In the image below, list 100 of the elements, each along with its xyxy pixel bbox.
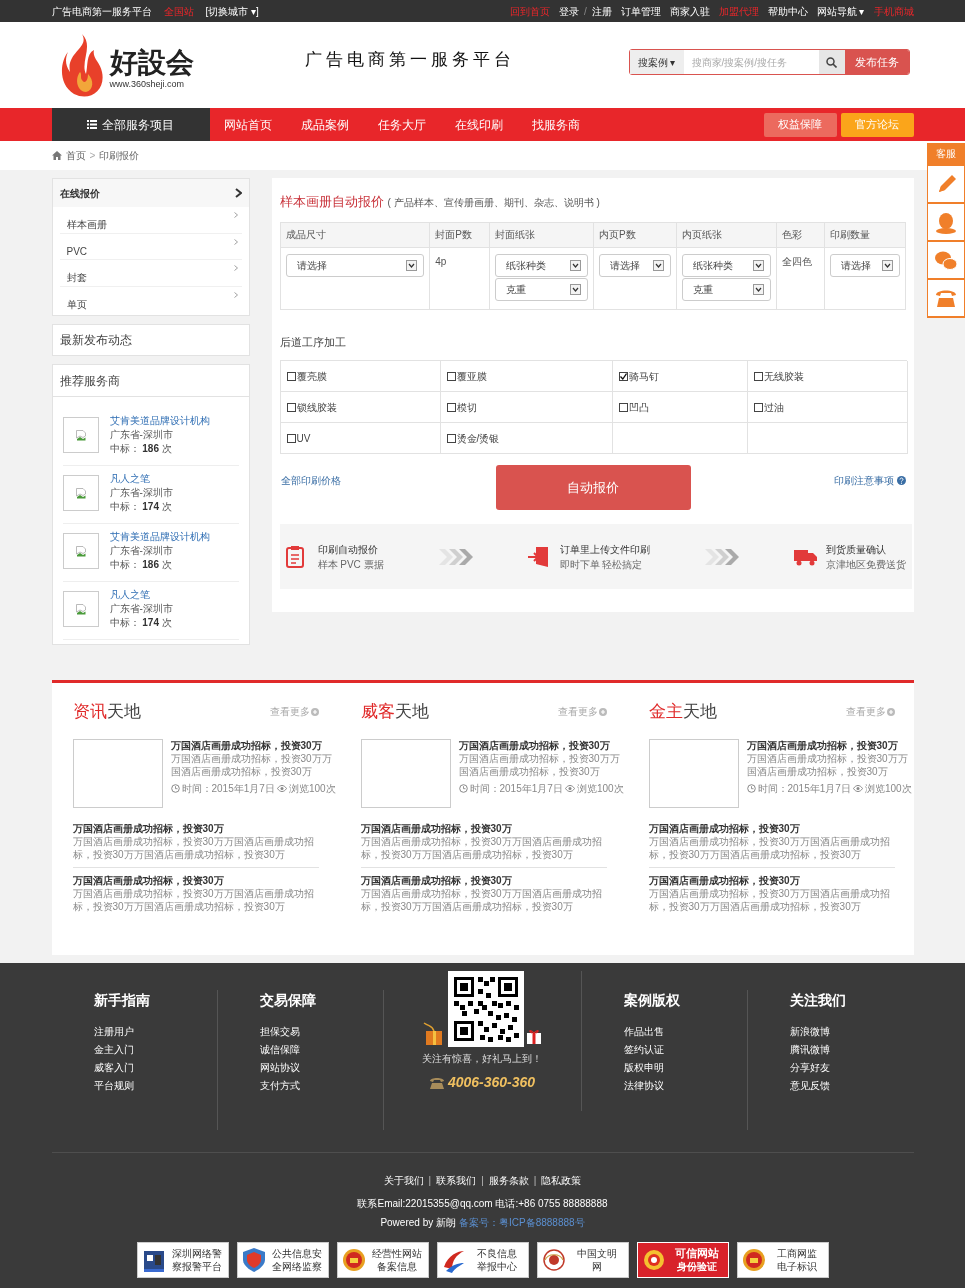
- certification-badge[interactable]: 深圳网络警 察报警平台: [136, 1242, 229, 1278]
- search-field[interactable]: 搜商家/搜案例/搜任务: [683, 50, 819, 74]
- search-scope-dropdown[interactable]: 搜案例 ▾: [629, 50, 684, 74]
- footer-link[interactable]: 分享好友: [789, 1059, 914, 1077]
- post-task-button[interactable]: 发布任务: [844, 50, 909, 74]
- checkbox[interactable]: [618, 402, 628, 412]
- chat-button[interactable]: [928, 242, 964, 278]
- top-link[interactable]: 帮助中心: [767, 3, 808, 19]
- quote-menu-item[interactable]: PVC: [59, 233, 242, 260]
- article-title[interactable]: 万国酒店画册成功招标，投资30万: [458, 738, 624, 752]
- article-title[interactable]: 万国酒店画册成功招标，投资30万: [72, 821, 319, 835]
- quote-menu-item[interactable]: 封套: [59, 260, 242, 287]
- notes-link[interactable]: 印刷注意事项: [725, 473, 906, 488]
- checkbox[interactable]: [446, 433, 456, 443]
- article-summary: 万国酒店画册成功招标，投资30万万国酒店画册成功招标，投资30万万国酒店画册成功招标，投资30万: [360, 834, 603, 861]
- dropdown[interactable]: 纸张种类: [681, 253, 771, 277]
- footer-link[interactable]: 隐私政策: [541, 1173, 582, 1188]
- search-bar[interactable]: 搜案例 ▾ 搜商家/搜案例/搜任务 发布任务: [628, 49, 910, 75]
- footer-link[interactable]: 注册用户: [93, 1023, 217, 1041]
- article-title[interactable]: 万国酒店画册成功招标，投资30万: [360, 821, 607, 835]
- article-summary: 万国酒店画册成功招标，投资30万万国酒店画册成功招标，投资30万万国酒店画册成功招标，投资30万: [648, 886, 891, 913]
- certification-badge[interactable]: 经营性网站 备案信息: [336, 1242, 429, 1278]
- footer-link[interactable]: 意见反馈: [789, 1077, 914, 1095]
- footer-link[interactable]: 作品出售: [623, 1023, 747, 1041]
- footer-link[interactable]: 法律协议: [623, 1077, 747, 1095]
- search-button[interactable]: [818, 50, 845, 74]
- quote-menu-item[interactable]: 样本画册: [59, 207, 242, 234]
- dropdown[interactable]: 纸张种类: [495, 253, 588, 277]
- top-link[interactable]: 登录: [558, 3, 579, 19]
- nav-link[interactable]: 成品案例: [300, 115, 349, 134]
- auto-quote-button[interactable]: 自动报价: [495, 465, 691, 510]
- footer-link[interactable]: 支付方式: [259, 1077, 383, 1095]
- certification-badge[interactable]: 公共信息安 全网络监察: [236, 1242, 329, 1278]
- quote-title: 样本画册自动报价: [279, 193, 384, 211]
- article-title[interactable]: 万国酒店画册成功招标，投资30万: [648, 873, 895, 887]
- footer-link[interactable]: 服务条款: [488, 1173, 529, 1188]
- badge-text: 经营性网站: [371, 1247, 422, 1260]
- certification-badge[interactable]: 不良信息 举报中心: [436, 1242, 529, 1278]
- provider-bids: 中标： 186 次: [109, 558, 173, 572]
- footer-link[interactable]: 版权申明: [623, 1059, 747, 1077]
- footer-link[interactable]: 网站协议: [259, 1059, 383, 1077]
- all-services-button[interactable]: 全部服务项目: [51, 108, 210, 141]
- article-title[interactable]: 万国酒店画册成功招标，投资30万: [72, 873, 319, 887]
- footer-link[interactable]: 担保交易: [259, 1023, 383, 1041]
- top-link[interactable]: 商家入驻: [669, 3, 710, 19]
- certification-badge[interactable]: 中国文明 网: [536, 1242, 629, 1278]
- provider-name[interactable]: 凡人之笔: [109, 472, 173, 486]
- checkbox[interactable]: [286, 433, 296, 443]
- footer-link[interactable]: 金主入门: [93, 1041, 217, 1059]
- top-link[interactable]: 订单管理: [620, 3, 661, 19]
- article-title[interactable]: 万国酒店画册成功招标，投资30万: [360, 873, 607, 887]
- breadcrumb-link[interactable]: 印刷报价: [99, 148, 140, 163]
- certification-badge[interactable]: 工商网监 电子标识: [736, 1242, 829, 1278]
- checkbox[interactable]: [286, 371, 296, 381]
- nav-link[interactable]: 找服务商: [531, 115, 580, 134]
- article-summary: 万国酒店画册成功招标，投资30万万国酒店画册成功招标，投资30万万国酒店画册成功招标，投资30万: [72, 886, 315, 913]
- footer-link[interactable]: 联系我们: [436, 1173, 477, 1188]
- provider-name[interactable]: 艾肯美道品牌设计机构: [109, 414, 210, 428]
- article-title[interactable]: 万国酒店画册成功招标，投资30万: [170, 738, 336, 752]
- phone-button[interactable]: [928, 280, 964, 316]
- checkbox[interactable]: [753, 402, 763, 412]
- broken-image-icon: [75, 545, 86, 557]
- provider-name[interactable]: 艾肯美道品牌设计机构: [109, 530, 210, 544]
- dropdown[interactable]: 请选择: [829, 253, 900, 277]
- all-prices-link[interactable]: 全部印刷价格: [280, 473, 461, 488]
- footer-link[interactable]: 平台规则: [93, 1077, 217, 1095]
- top-link[interactable]: 注册: [591, 3, 612, 19]
- change-city-link[interactable]: [切换城市 ▾]: [205, 3, 259, 19]
- article-title[interactable]: 万国酒店画册成功招标，投资30万: [746, 738, 912, 752]
- breadcrumb-link[interactable]: 首页: [65, 148, 86, 163]
- checkbox[interactable]: [446, 402, 456, 412]
- badge-text: 不良信息: [476, 1247, 517, 1260]
- icp-link[interactable]: 备案号：粤ICP备8888888号: [459, 1215, 585, 1230]
- dropdown[interactable]: 克重: [681, 277, 771, 301]
- footer-link[interactable]: 新浪微博: [789, 1023, 914, 1041]
- provider-location: 广东省-深圳市: [109, 428, 174, 442]
- footer-link[interactable]: 诚信保障: [259, 1041, 383, 1059]
- checkbox[interactable]: [753, 371, 763, 381]
- checkbox[interactable]: [286, 402, 296, 412]
- checkbox[interactable]: [618, 371, 628, 381]
- footer-link[interactable]: 威客入门: [93, 1059, 217, 1077]
- top-link[interactable]: 网站导航 ▾: [816, 3, 865, 19]
- eye-icon: [564, 784, 575, 792]
- checkbox[interactable]: [446, 371, 456, 381]
- quote-menu-item[interactable]: 单页: [59, 286, 242, 313]
- dropdown[interactable]: 克重: [495, 277, 588, 301]
- badge-text: 电子标识: [776, 1260, 817, 1273]
- article-title[interactable]: 万国酒店画册成功招标，投资30万: [648, 821, 895, 835]
- dropdown[interactable]: 请选择: [598, 253, 671, 277]
- certification-badge[interactable]: 可信网站 身份验证: [636, 1242, 729, 1278]
- footer-link[interactable]: 腾讯微博: [789, 1041, 914, 1059]
- footer-link[interactable]: 关于我们: [383, 1173, 424, 1188]
- dropdown[interactable]: 请选择: [285, 253, 425, 277]
- badge-text: 网: [591, 1260, 602, 1273]
- edit-button[interactable]: [928, 166, 964, 202]
- footer-link[interactable]: 签约认证: [623, 1041, 747, 1059]
- nav-link[interactable]: 在线印刷: [454, 115, 503, 134]
- nav-link[interactable]: 任务大厅: [377, 115, 426, 134]
- provider-name[interactable]: 凡人之笔: [109, 588, 173, 602]
- nav-link[interactable]: 网站首页: [223, 115, 272, 134]
